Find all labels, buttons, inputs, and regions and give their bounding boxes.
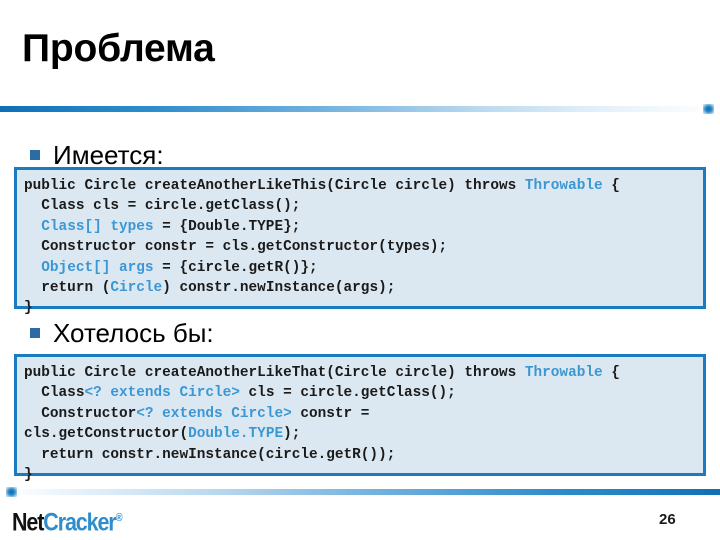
code-line: public Circle createAnotherLikeThis(Circ… xyxy=(24,176,696,196)
code-keyword-token: Object[] args xyxy=(41,259,154,276)
square-bullet-icon xyxy=(30,328,40,338)
square-bullet-icon xyxy=(30,150,40,160)
footer-divider-dot-icon xyxy=(6,487,17,497)
code-token: return ( xyxy=(24,280,111,297)
code-line: } xyxy=(24,465,696,485)
code-token: = {circle.getR()}; xyxy=(153,259,318,276)
code-line: cls.getConstructor(Double.TYPE); xyxy=(24,424,696,444)
code-line: Constructor<? extends Circle> constr = xyxy=(24,404,696,424)
code-line: Constructor constr = cls.getConstructor(… xyxy=(24,237,696,257)
code-token: return constr.newInstance(circle.getR())… xyxy=(24,446,396,463)
code-line: } xyxy=(24,298,696,318)
code-token: public Circle createAnotherLikeThis(Circ… xyxy=(24,178,525,194)
bullet-item-have: Имеется: xyxy=(30,140,164,170)
logo-text-cracker: Cracker xyxy=(43,508,116,537)
code-block-have: public Circle createAnotherLikeThis(Circ… xyxy=(14,167,706,316)
code-keyword-token: Throwable xyxy=(524,365,603,381)
code-line: Object[] args = {circle.getR()}; xyxy=(24,258,696,278)
registered-trademark-icon: ® xyxy=(115,512,123,524)
code-line: Class<? extends Circle> cls = circle.get… xyxy=(24,383,696,403)
page-title: Проблема xyxy=(22,27,215,70)
footer-divider xyxy=(0,486,720,498)
code-keyword-token: <? extends Circle> xyxy=(84,385,240,402)
code-keyword-token: Double.TYPE xyxy=(188,426,284,443)
code-token: Class cls = circle.getClass(); xyxy=(24,198,301,215)
footer-divider-gradient-line xyxy=(18,489,720,495)
code-token: Class xyxy=(24,385,85,402)
bullet-item-label: Имеется: xyxy=(53,140,164,170)
code-line: return constr.newInstance(circle.getR())… xyxy=(24,445,696,465)
code-line: return (Circle) constr.newInstance(args)… xyxy=(24,278,696,298)
code-token: constr = xyxy=(291,405,370,422)
code-keyword-token: Circle xyxy=(110,280,163,297)
code-token: cls = circle.getClass(); xyxy=(239,385,456,402)
code-token: = {Double.TYPE}; xyxy=(153,218,301,235)
code-token: public Circle createAnotherLikeThat(Circ… xyxy=(24,365,525,381)
code-token: ); xyxy=(283,426,301,443)
code-token: { xyxy=(602,178,620,194)
page-number: 26 xyxy=(659,511,676,528)
code-keyword-token: <? extends Circle> xyxy=(136,405,292,422)
code-line: Class[] types = {Double.TYPE}; xyxy=(24,217,696,237)
code-token: ) constr.newInstance(args); xyxy=(162,280,396,297)
code-line: public Circle createAnotherLikeThat(Circ… xyxy=(24,363,696,383)
header-divider xyxy=(0,103,720,115)
logo-text-net: Net xyxy=(12,508,44,537)
code-token: Constructor xyxy=(24,405,137,422)
header-divider-dot-icon xyxy=(703,104,714,114)
bullet-item-label: Хотелось бы: xyxy=(53,318,214,348)
code-token: Constructor constr = cls.getConstructor(… xyxy=(24,239,448,256)
bullet-item-want: Хотелось бы: xyxy=(30,318,214,348)
code-line: Class cls = circle.getClass(); xyxy=(24,196,696,216)
netcracker-logo: NetCracker® xyxy=(12,505,123,536)
code-token: } xyxy=(24,300,33,317)
code-keyword-token: Throwable xyxy=(524,178,603,194)
code-token: } xyxy=(24,467,33,484)
code-keyword-token: Class[] types xyxy=(41,218,154,235)
header-divider-gradient-line xyxy=(0,106,700,112)
code-token: { xyxy=(602,365,620,381)
code-block-want: public Circle createAnotherLikeThat(Circ… xyxy=(14,354,706,483)
code-token: cls.getConstructor( xyxy=(24,426,189,443)
